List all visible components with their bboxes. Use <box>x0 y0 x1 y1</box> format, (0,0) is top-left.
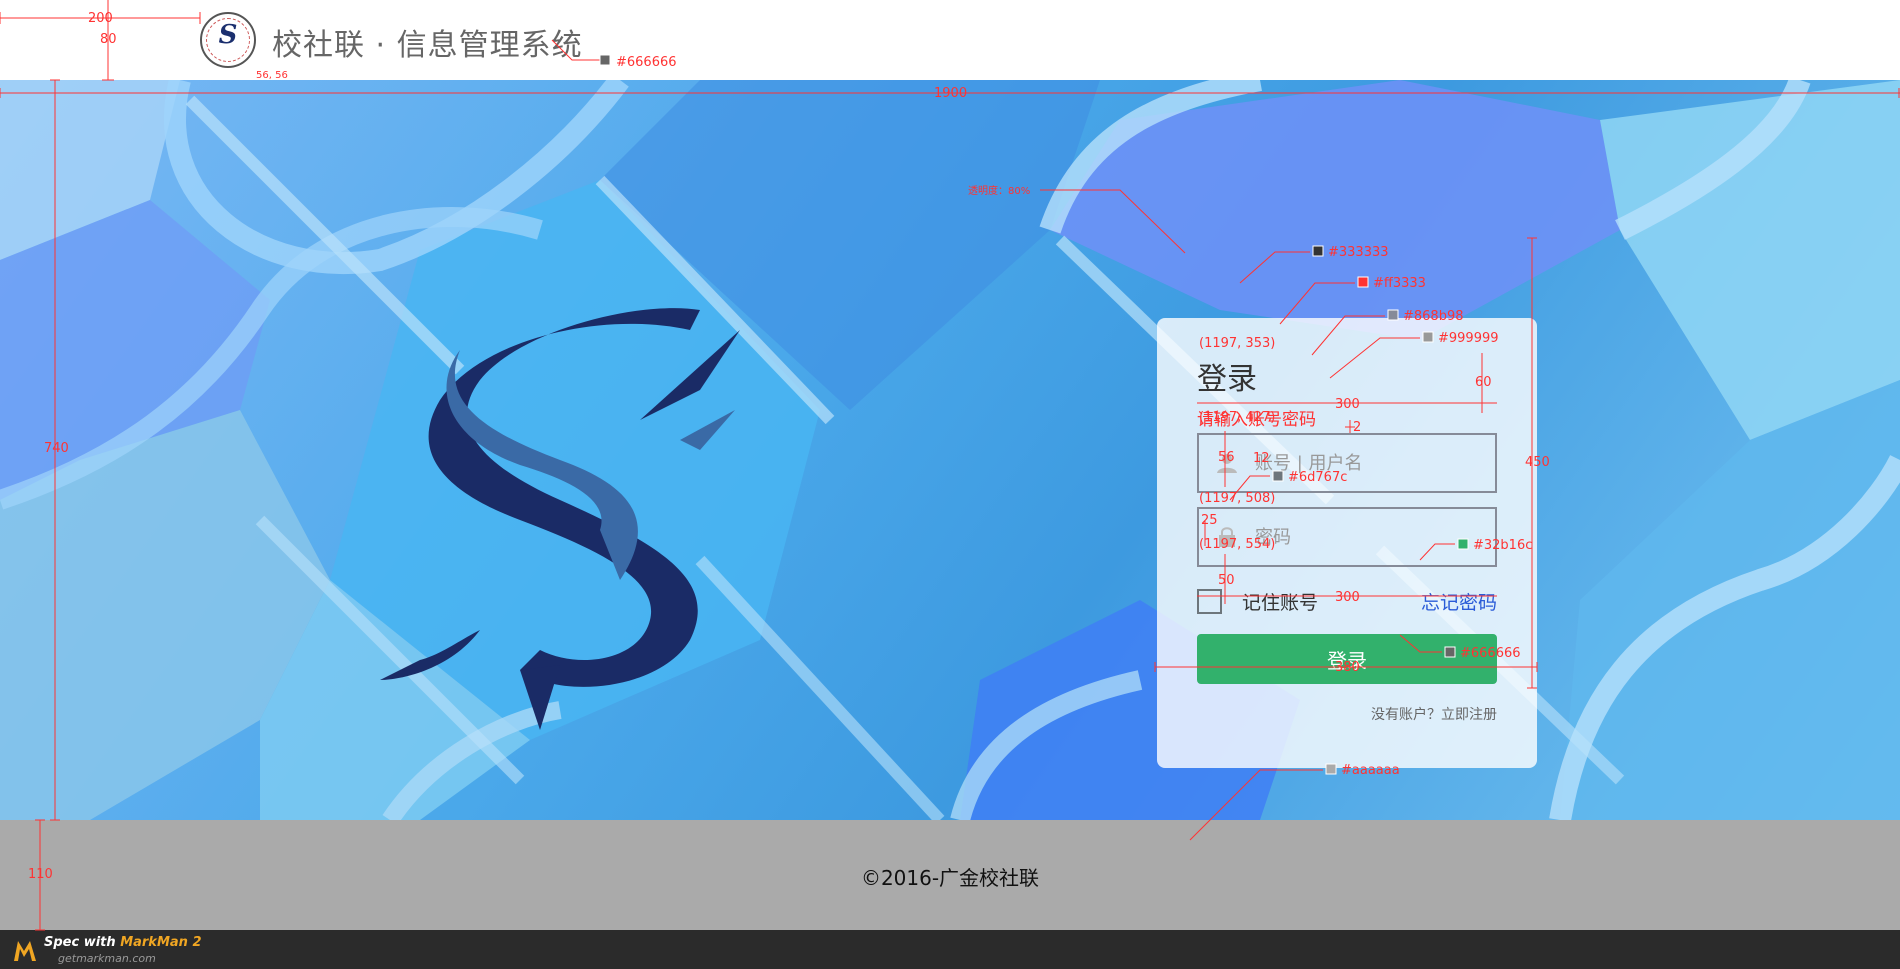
markman-label: Spec with MarkMan 2 <box>44 935 202 950</box>
login-panel: 登录 请输入账号密码 记住账号 忘记密码 <box>1157 318 1537 768</box>
markman-brand: MarkMan 2 <box>120 935 202 950</box>
remember-checkbox[interactable] <box>1197 589 1222 614</box>
register-link[interactable]: 没有账户？立即注册 <box>1371 704 1497 724</box>
background-pattern <box>0 80 1900 820</box>
markman-prefix: Spec with <box>44 935 121 950</box>
login-error-message: 请输入账号密码 <box>1197 410 1316 430</box>
markman-url: getmarkman.com <box>58 952 156 965</box>
login-title: 登录 <box>1197 362 1257 397</box>
footer: ©2016-广金校社联 <box>0 820 1900 930</box>
remember-label[interactable]: 记住账号 <box>1242 588 1318 615</box>
markman-logo-icon <box>14 941 36 961</box>
username-input[interactable] <box>1255 435 1495 491</box>
remember-account[interactable]: 记住账号 <box>1197 588 1318 615</box>
username-field[interactable] <box>1197 433 1497 493</box>
password-field[interactable] <box>1197 507 1497 567</box>
logo-letter: S <box>218 20 238 50</box>
logo-emblem[interactable]: S <box>200 12 256 68</box>
header: S 校社联 · 信息管理系统 <box>0 0 1900 80</box>
main-background: 登录 请输入账号密码 记住账号 忘记密码 <box>0 80 1900 820</box>
copyright: ©2016-广金校社联 <box>860 866 1040 890</box>
forgot-password-link[interactable]: 忘记密码 <box>1421 588 1497 615</box>
login-button[interactable]: 登录 <box>1197 634 1497 684</box>
password-input[interactable] <box>1255 509 1495 565</box>
user-icon <box>1199 435 1255 491</box>
site-title: 校社联 · 信息管理系统 <box>272 28 583 63</box>
markman-bar: Spec with MarkMan 2 getmarkman.com <box>0 930 1900 969</box>
lock-icon <box>1199 509 1255 565</box>
